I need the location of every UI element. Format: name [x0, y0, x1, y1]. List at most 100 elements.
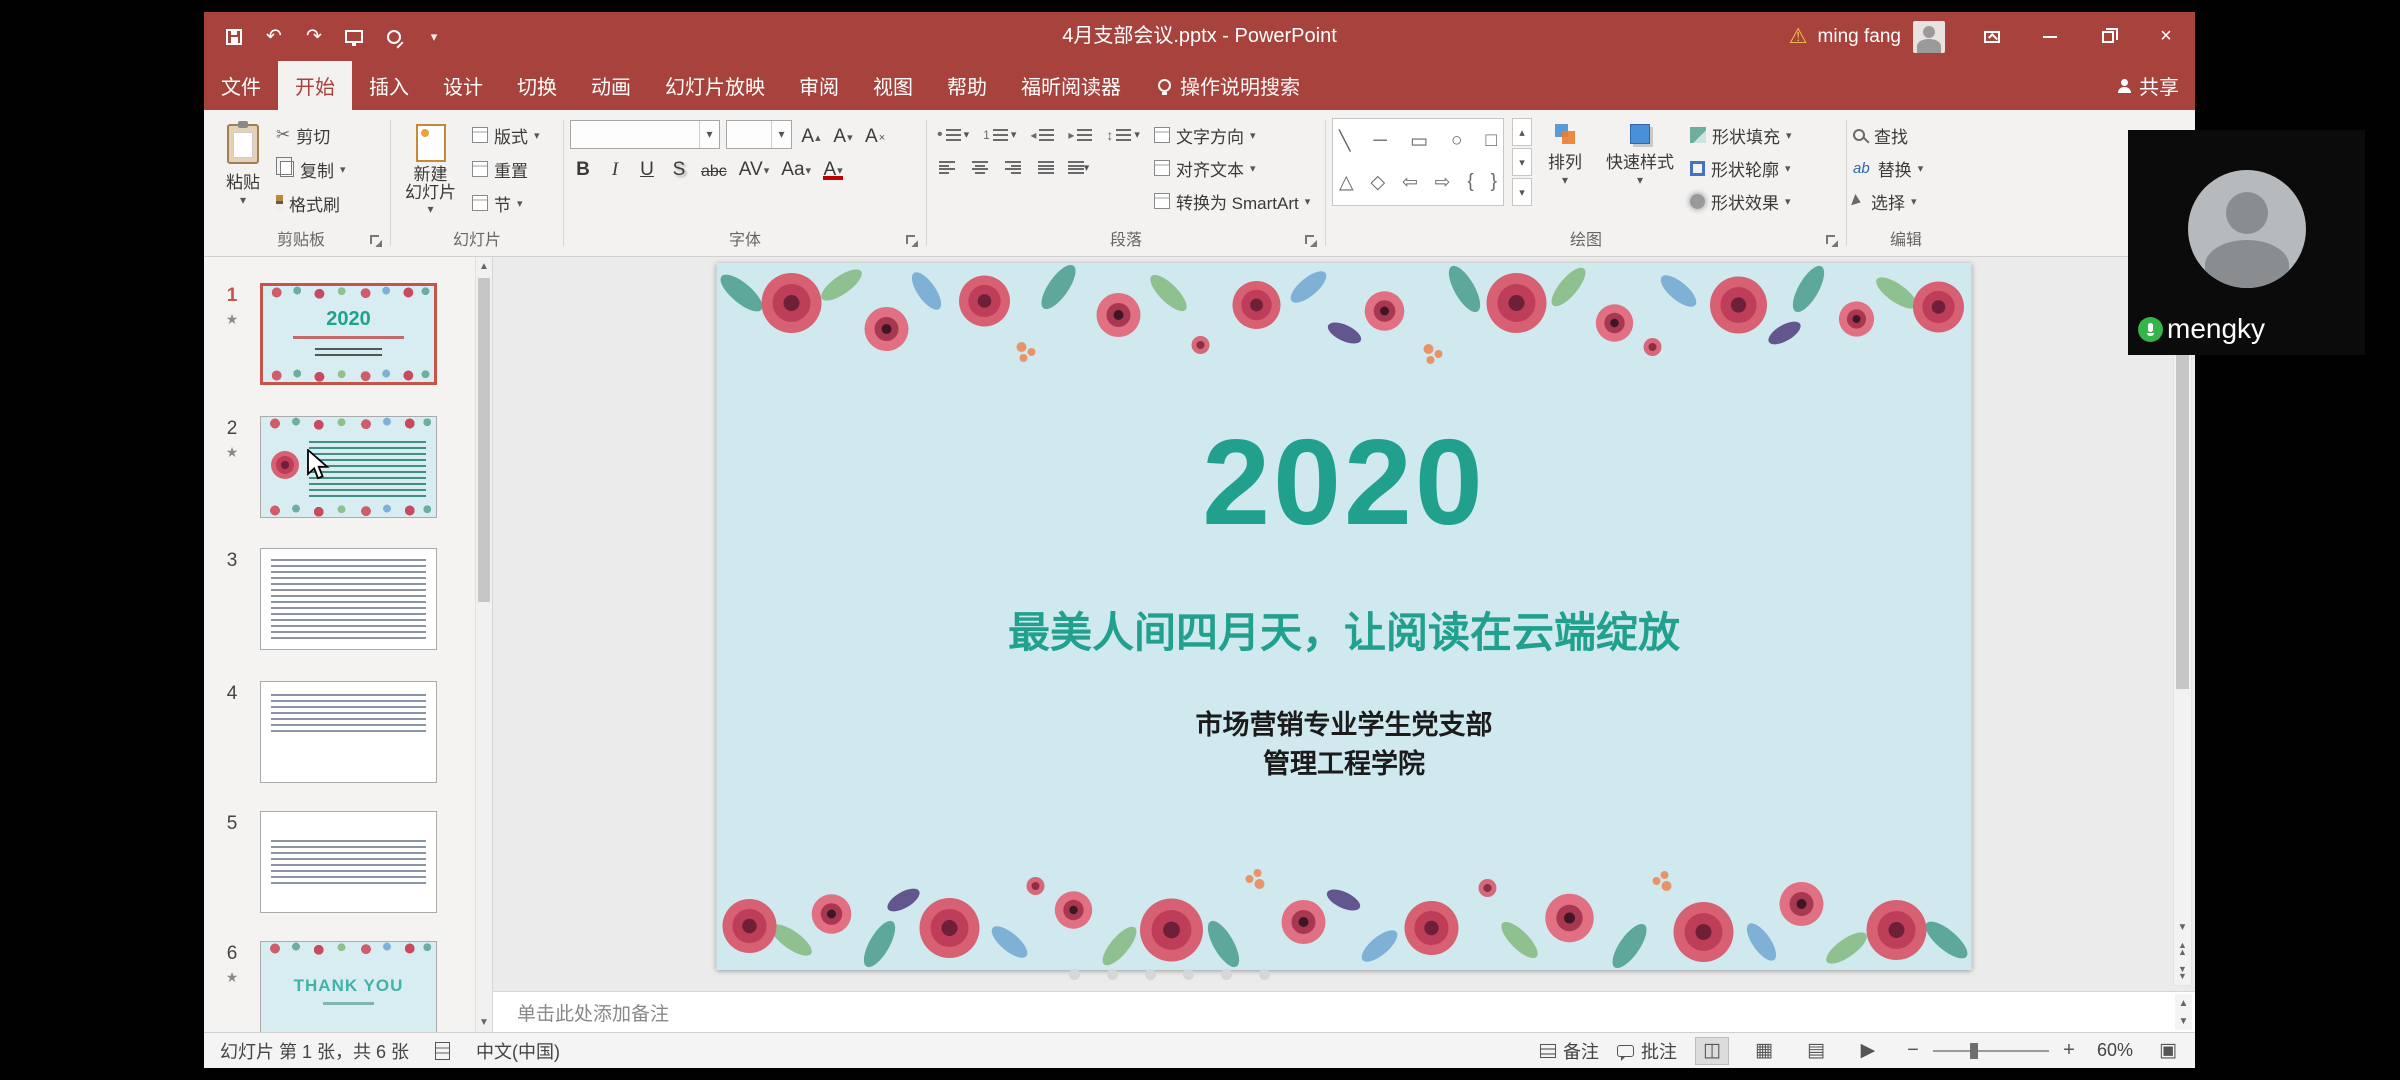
scroll-down-icon[interactable]: ▼	[2174, 918, 2191, 937]
decrease-font-button[interactable]: A▾	[830, 121, 856, 148]
shape-outline-button[interactable]: 形状轮廓 ▾	[1690, 155, 1792, 181]
increase-indent-button[interactable]: ▸	[1064, 122, 1096, 148]
editor-scrollbar[interactable]: ▲ ▼ ▲▲ ▼▼	[2173, 262, 2192, 986]
ink-button[interactable]	[382, 25, 406, 49]
drawing-dialog-launcher-icon[interactable]	[1826, 235, 1838, 247]
warning-icon[interactable]: ⚠	[1789, 24, 1808, 49]
justify-button[interactable]	[1032, 155, 1059, 181]
save-button[interactable]	[222, 25, 246, 49]
font-dialog-launcher-icon[interactable]	[906, 235, 918, 247]
reading-view-button[interactable]: ▤	[1799, 1037, 1833, 1065]
scrollbar-thumb[interactable]	[478, 278, 490, 602]
thumbnail-scrollbar[interactable]: ▲ ▼	[475, 257, 492, 1032]
numbering-button[interactable]: 1▾	[979, 122, 1020, 148]
convert-smartart-button[interactable]: 转换为 SmartArt ▾	[1154, 188, 1310, 214]
font-color-button[interactable]: A▾	[820, 154, 846, 181]
scroll-up-icon[interactable]: ▲	[476, 257, 492, 276]
notes-placeholder[interactable]: 单击此处添加备注	[517, 999, 669, 1026]
slide-sorter-view-button[interactable]: ▦	[1747, 1037, 1781, 1065]
paste-button[interactable]: 粘贴 ▾	[218, 118, 268, 209]
customize-qat-caret[interactable]: ▾	[422, 25, 446, 49]
shape-square-icon[interactable]: □	[1485, 130, 1496, 153]
tab-foxit-reader[interactable]: 福昕阅读器	[1004, 61, 1138, 110]
decrease-indent-button[interactable]: ◂	[1026, 122, 1058, 148]
shape-brace-right-icon[interactable]: }	[1491, 171, 1497, 194]
underline-button[interactable]: U	[634, 154, 660, 181]
previous-slide-button[interactable]: ▲▲	[2174, 937, 2191, 961]
replace-button[interactable]: ab 替换 ▾	[1853, 155, 1959, 181]
slide-3-thumbnail[interactable]	[260, 548, 437, 650]
account-avatar[interactable]	[1913, 21, 1945, 53]
tell-me-search[interactable]: 操作说明搜索	[1138, 61, 1320, 110]
tab-help[interactable]: 帮助	[930, 61, 1004, 110]
shape-diamond-icon[interactable]: ◇	[1370, 171, 1385, 194]
ribbon-display-options-button[interactable]	[1963, 12, 2021, 61]
align-left-button[interactable]	[933, 155, 960, 181]
cut-button[interactable]: ✂ 剪切	[276, 122, 346, 148]
shapes-scroll-down-button[interactable]: ▾	[1512, 148, 1532, 176]
close-button[interactable]: ×	[2137, 12, 2195, 61]
shapes-more-button[interactable]: ▾	[1512, 178, 1532, 206]
slide-canvas[interactable]: 2020 最美人间四月天，让阅读在云端绽放 市场营销专业学生党支部 管理工程学院	[717, 263, 1972, 970]
shape-triangle-icon[interactable]: △	[1339, 171, 1354, 194]
font-size-combo[interactable]: ▾	[726, 120, 792, 149]
quick-styles-button[interactable]: 快速样式 ▾	[1598, 118, 1682, 189]
fit-to-window-button[interactable]: ▣	[2151, 1037, 2185, 1065]
tab-design[interactable]: 设计	[426, 61, 500, 110]
shape-rectangle-icon[interactable]: ▭	[1410, 130, 1428, 153]
text-direction-button[interactable]: 文字方向 ▾	[1154, 122, 1310, 148]
slide-5-thumb[interactable]	[260, 811, 437, 913]
shapes-scroll-up-button[interactable]: ▴	[1512, 118, 1532, 146]
redo-button[interactable]: ↷	[302, 25, 326, 49]
reset-button[interactable]: 重置	[472, 156, 540, 182]
slide-org-line-2[interactable]: 管理工程学院	[717, 742, 1972, 781]
copy-button[interactable]: 复制 ▾	[276, 156, 346, 182]
tab-insert[interactable]: 插入	[352, 61, 426, 110]
columns-button[interactable]: ▾	[1065, 155, 1092, 181]
tab-home[interactable]: 开始	[278, 61, 352, 110]
shape-fill-button[interactable]: 形状填充 ▾	[1690, 122, 1792, 148]
arrange-button[interactable]: 排列 ▾	[1540, 118, 1590, 189]
notes-scrollbar[interactable]: ▲ ▼	[2175, 994, 2192, 1030]
align-center-button[interactable]	[966, 155, 993, 181]
scroll-down-icon[interactable]: ▼	[2175, 1012, 2192, 1030]
shape-arrow-left-icon[interactable]: ⇦	[1402, 171, 1418, 194]
shape-effects-button[interactable]: 形状效果 ▾	[1690, 188, 1792, 214]
increase-font-button[interactable]: A▴	[798, 121, 824, 148]
scroll-up-icon[interactable]: ▲	[2175, 994, 2192, 1012]
scroll-down-icon[interactable]: ▼	[476, 1013, 492, 1032]
strikethrough-button[interactable]: abc	[698, 154, 730, 181]
tab-file[interactable]: 文件	[204, 61, 278, 110]
slide-org-line-1[interactable]: 市场营销专业学生党支部	[717, 703, 1972, 742]
new-slide-button[interactable]: 新建 幻灯片 ▾	[397, 118, 464, 218]
tab-slideshow[interactable]: 幻灯片放映	[648, 61, 782, 110]
restore-button[interactable]	[2079, 12, 2137, 61]
spellcheck-icon[interactable]	[435, 1042, 450, 1060]
zoom-in-button[interactable]: +	[2059, 1039, 2079, 1062]
next-slide-button[interactable]: ▼▼	[2174, 961, 2191, 985]
paragraph-dialog-launcher-icon[interactable]	[1305, 235, 1317, 247]
shape-line-icon[interactable]: ╲	[1339, 130, 1350, 153]
tab-animations[interactable]: 动画	[574, 61, 648, 110]
slide-2-thumbnail[interactable]	[260, 416, 437, 518]
section-button[interactable]: 节 ▾	[472, 190, 540, 216]
shapes-gallery[interactable]: ╲ ─ ▭ ○ □ △ ◇ ⇦ ⇨ { }	[1332, 118, 1504, 206]
bold-button[interactable]: B	[570, 154, 596, 181]
slideshow-view-button[interactable]: ▶	[1851, 1037, 1885, 1065]
format-painter-button[interactable]: 格式刷	[276, 190, 346, 216]
zoom-out-button[interactable]: −	[1903, 1039, 1923, 1062]
share-button[interactable]: 共享	[2117, 61, 2179, 110]
align-right-button[interactable]	[999, 155, 1026, 181]
normal-view-button[interactable]: ◫	[1695, 1037, 1729, 1065]
minimize-button[interactable]	[2021, 12, 2079, 61]
character-spacing-button[interactable]: AV▾	[736, 154, 772, 181]
shape-arrow-right-icon[interactable]: ⇨	[1435, 171, 1451, 194]
slide-6-thumbnail[interactable]: THANK YOU	[260, 941, 437, 1032]
zoom-slider-thumb[interactable]	[1970, 1043, 1978, 1059]
clipboard-dialog-launcher-icon[interactable]	[370, 235, 382, 247]
start-slideshow-button[interactable]	[342, 25, 366, 49]
italic-button[interactable]: I	[602, 154, 628, 181]
line-spacing-button[interactable]: ↕▾	[1102, 122, 1144, 148]
slide-title-year[interactable]: 2020	[717, 421, 1972, 543]
font-name-combo[interactable]: ▾	[570, 120, 720, 149]
